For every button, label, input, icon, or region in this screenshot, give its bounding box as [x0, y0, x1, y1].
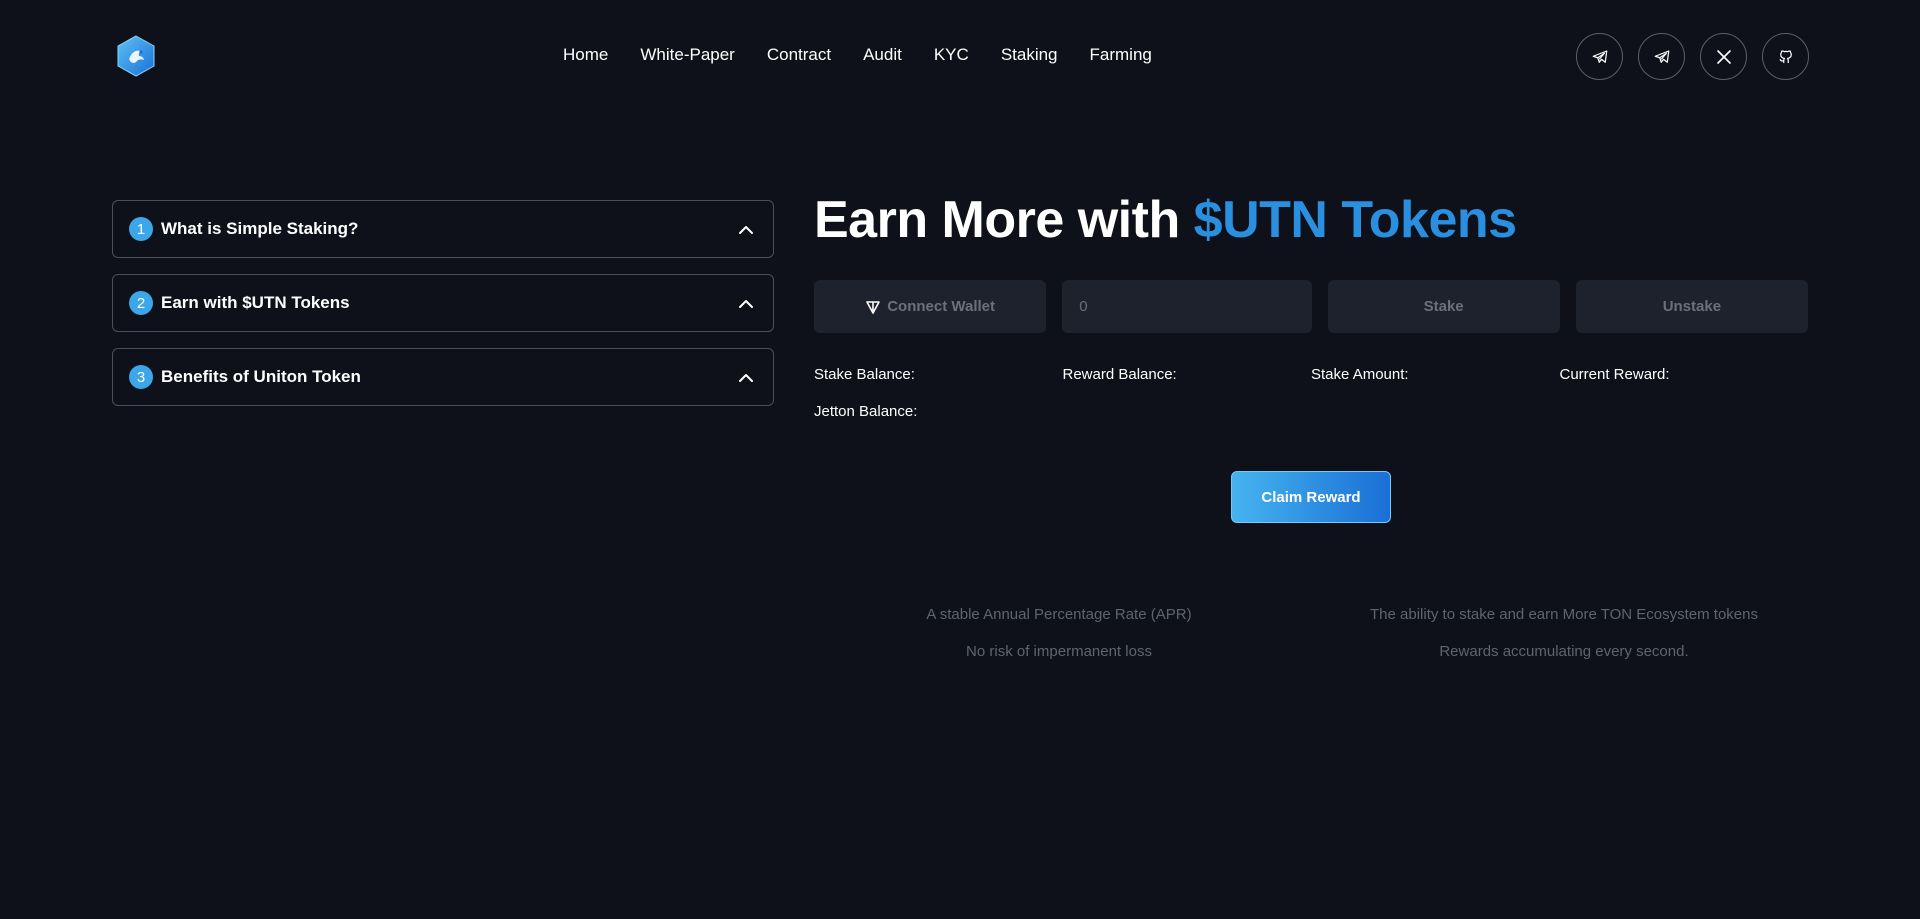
- reward-balance-label: Reward Balance:: [1062, 366, 1177, 383]
- benefit-item: The ability to stake and earn More TON E…: [1370, 606, 1758, 623]
- nav-farming[interactable]: Farming: [1090, 44, 1152, 66]
- accordion-item-simple-staking[interactable]: 1 What is Simple Staking?: [112, 200, 774, 258]
- staking-page: Home White-Paper Contract Audit KYC Stak…: [0, 0, 1920, 919]
- nav-contract[interactable]: Contract: [767, 44, 831, 66]
- jetton-balance-label: Jetton Balance:: [814, 403, 918, 420]
- page-title: Earn More with $UTN Tokens: [814, 190, 1517, 250]
- telegram-button[interactable]: [1576, 33, 1623, 80]
- benefit-item: Rewards accumulating every second.: [1439, 643, 1689, 660]
- site-header: Home White-Paper Contract Audit KYC Stak…: [0, 0, 1920, 112]
- nav-white-paper[interactable]: White-Paper: [640, 44, 734, 66]
- x-button[interactable]: [1700, 33, 1747, 80]
- stake-balance-label: Stake Balance:: [814, 366, 915, 383]
- connect-wallet-button[interactable]: Connect Wallet: [814, 280, 1047, 333]
- balance-stats: Stake Balance: Reward Balance: Stake Amo…: [814, 366, 1808, 440]
- chevron-up-icon[interactable]: [737, 369, 755, 387]
- telegram-icon: [1654, 49, 1669, 63]
- step-number-badge: 3: [129, 365, 153, 389]
- x-icon: [1716, 49, 1731, 64]
- nav-staking[interactable]: Staking: [1001, 44, 1058, 66]
- ton-icon: [866, 300, 881, 314]
- stake-button[interactable]: Stake: [1327, 280, 1560, 333]
- connect-wallet-label: Connect Wallet: [887, 298, 996, 315]
- github-button[interactable]: [1762, 33, 1809, 80]
- main-nav: Home White-Paper Contract Audit KYC Stak…: [563, 44, 1152, 66]
- telegram-icon: [1592, 49, 1607, 63]
- accordion-item-benefits[interactable]: 3 Benefits of Uniton Token: [112, 348, 774, 406]
- social-links: [1576, 33, 1809, 80]
- headline-accent: $UTN Tokens: [1193, 191, 1517, 249]
- benefit-item: No risk of impermanent loss: [966, 643, 1152, 660]
- benefit-item: A stable Annual Percentage Rate (APR): [926, 606, 1192, 623]
- faq-accordion: 1 What is Simple Staking? 2 Earn with $U…: [112, 200, 774, 406]
- chevron-up-icon[interactable]: [737, 295, 755, 313]
- chevron-up-icon[interactable]: [737, 221, 755, 239]
- step-number-badge: 1: [129, 217, 153, 241]
- stats-row: Stake Balance: Reward Balance: Stake Amo…: [814, 366, 1808, 403]
- unstake-button[interactable]: Unstake: [1575, 280, 1808, 333]
- accordion-title: What is Simple Staking?: [161, 219, 359, 238]
- stake-amount-input[interactable]: [1062, 280, 1312, 333]
- stats-row: Jetton Balance:: [814, 403, 1808, 440]
- current-reward-label: Current Reward:: [1559, 366, 1670, 383]
- accordion-item-earn-utn[interactable]: 2 Earn with $UTN Tokens: [112, 274, 774, 332]
- stake-amount-label: Stake Amount:: [1311, 366, 1409, 383]
- headline-prefix: Earn More with: [814, 191, 1194, 249]
- github-icon: [1778, 49, 1792, 63]
- staking-controls: Connect Wallet Stake Unstake: [814, 280, 1808, 333]
- accordion-title: Earn with $UTN Tokens: [161, 293, 350, 312]
- telegram-channel-button[interactable]: [1638, 33, 1685, 80]
- accordion-title: Benefits of Uniton Token: [161, 367, 361, 386]
- nav-home[interactable]: Home: [563, 44, 608, 66]
- claim-reward-button[interactable]: Claim Reward: [1231, 471, 1391, 523]
- step-number-badge: 2: [129, 291, 153, 315]
- uniton-logo-icon[interactable]: [117, 35, 155, 77]
- benefits-right: The ability to stake and earn More TON E…: [1300, 596, 1828, 670]
- benefits-left: A stable Annual Percentage Rate (APR) No…: [878, 596, 1240, 670]
- nav-kyc[interactable]: KYC: [934, 44, 969, 66]
- nav-audit[interactable]: Audit: [863, 44, 902, 66]
